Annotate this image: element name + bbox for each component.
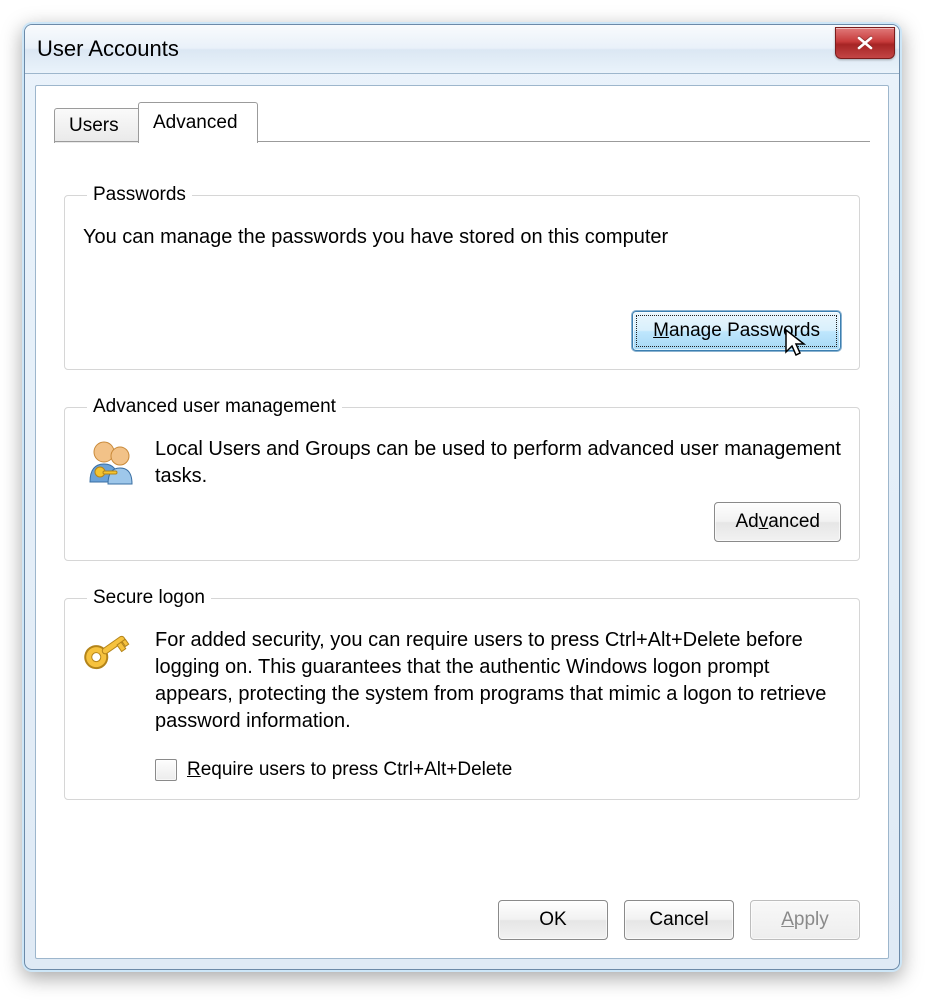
- key-icon: [83, 627, 139, 735]
- advmgmt-description: Local Users and Groups can be used to pe…: [155, 436, 841, 490]
- group-passwords-legend: Passwords: [87, 184, 192, 206]
- group-advanced-user-management: Advanced user management: [64, 396, 860, 561]
- tab-users-label: Users: [69, 115, 119, 137]
- window-shadow: User Accounts Users Advanced: [22, 22, 902, 972]
- ok-button[interactable]: OK: [498, 900, 608, 940]
- secure-description: For added security, you can require user…: [155, 627, 841, 735]
- tab-content-advanced: Passwords You can manage the passwords y…: [36, 146, 888, 844]
- require-cad-checkbox[interactable]: [155, 759, 177, 781]
- tabstrip: Users Advanced: [54, 102, 870, 146]
- group-secure-logon: Secure logon: [64, 587, 860, 800]
- require-cad-checkbox-row[interactable]: Require users to press Ctrl+Alt+Delete: [155, 759, 841, 781]
- window-title: User Accounts: [37, 36, 179, 62]
- tab-users[interactable]: Users: [54, 108, 142, 143]
- users-groups-icon: [83, 436, 139, 490]
- apply-button[interactable]: Apply: [750, 900, 860, 940]
- close-button[interactable]: [835, 27, 895, 59]
- dialog-footer: OK Cancel Apply: [498, 900, 860, 940]
- tab-advanced[interactable]: Advanced: [138, 102, 258, 143]
- titlebar[interactable]: User Accounts: [25, 25, 899, 74]
- passwords-description: You can manage the passwords you have st…: [83, 224, 841, 251]
- group-advmgmt-legend: Advanced user management: [87, 396, 342, 418]
- window-frame: User Accounts Users Advanced: [24, 24, 900, 970]
- advanced-button[interactable]: Advanced: [714, 502, 841, 542]
- close-icon: [856, 36, 874, 50]
- cancel-button[interactable]: Cancel: [624, 900, 734, 940]
- require-cad-label: Require users to press Ctrl+Alt+Delete: [187, 759, 512, 781]
- group-passwords: Passwords You can manage the passwords y…: [64, 184, 860, 370]
- group-secure-legend: Secure logon: [87, 587, 211, 609]
- client-area: Users Advanced Passwords You can manage …: [35, 85, 889, 959]
- tab-advanced-label: Advanced: [153, 112, 238, 134]
- manage-passwords-button[interactable]: Manage Passwords: [632, 311, 841, 351]
